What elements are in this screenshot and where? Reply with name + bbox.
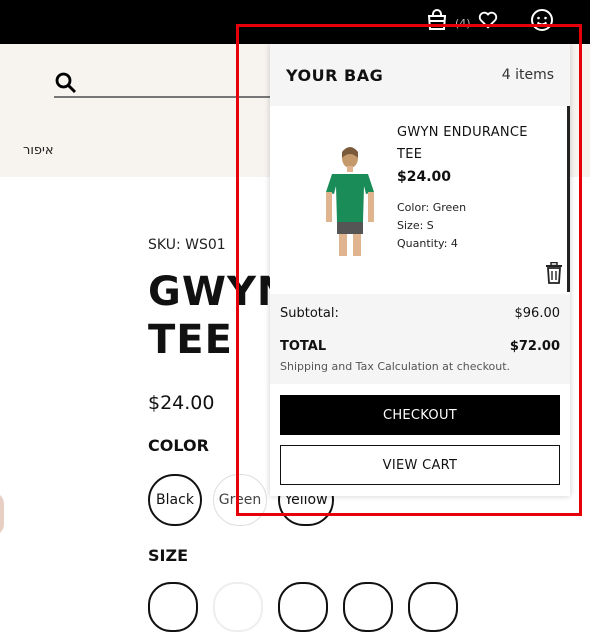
color-option-black[interactable]: Black xyxy=(148,474,202,526)
cart-item-price: $24.00 xyxy=(397,169,452,185)
search-icon[interactable] xyxy=(55,72,77,94)
cart-item-name[interactable]: GWYN ENDURANCE TEE xyxy=(397,122,547,166)
cart-item-size: Size: S xyxy=(397,219,434,232)
checkout-button[interactable]: CHECKOUT xyxy=(280,395,560,435)
size-label: SIZE xyxy=(148,546,189,565)
cart-totals: Subtotal: $96.00 TOTAL $72.00 Shipping a… xyxy=(270,294,570,384)
gallery-thumbnail[interactable] xyxy=(0,492,4,536)
color-label: COLOR xyxy=(148,436,209,455)
minicart-dropdown: YOUR BAG 4 items GWYN ENDURANCE TEE $24.… xyxy=(270,44,570,496)
subtotal-value: $96.00 xyxy=(514,306,561,321)
bag-count-badge[interactable]: (4) xyxy=(455,17,471,30)
trash-icon[interactable] xyxy=(545,262,563,284)
color-option-green[interactable]: Green xyxy=(213,474,267,526)
cart-item: GWYN ENDURANCE TEE $24.00 Color: Green S… xyxy=(270,106,570,294)
cart-item-color: Color: Green xyxy=(397,201,467,214)
size-option[interactable] xyxy=(148,582,198,632)
minicart-title: YOUR BAG xyxy=(286,66,384,85)
product-sku: SKU: WS01 xyxy=(148,237,226,253)
account-smiley-icon[interactable] xyxy=(530,8,554,32)
size-option[interactable] xyxy=(213,582,263,632)
total-value: $72.00 xyxy=(509,339,560,354)
size-option[interactable] xyxy=(408,582,458,632)
nav-link-makeup[interactable]: איפור xyxy=(23,143,54,158)
total-label: TOTAL xyxy=(280,339,327,354)
subtotal-label: Subtotal: xyxy=(280,306,339,321)
search-input[interactable] xyxy=(54,96,284,98)
view-cart-button[interactable]: VIEW CART xyxy=(280,445,560,485)
size-option[interactable] xyxy=(343,582,393,632)
scrollbar[interactable] xyxy=(567,106,570,292)
minicart-item-count: 4 items xyxy=(501,67,554,83)
shipping-note: Shipping and Tax Calculation at checkout… xyxy=(280,360,511,373)
top-bar: (4) xyxy=(0,0,590,44)
shopping-bag-icon[interactable] xyxy=(427,9,447,31)
product-price: $24.00 xyxy=(148,392,215,414)
heart-icon[interactable] xyxy=(477,9,499,31)
minicart-header: YOUR BAG 4 items xyxy=(270,44,570,106)
cart-item-quantity: Quantity: 4 xyxy=(397,237,458,250)
product-thumbnail[interactable] xyxy=(316,144,384,260)
size-option[interactable] xyxy=(278,582,328,632)
